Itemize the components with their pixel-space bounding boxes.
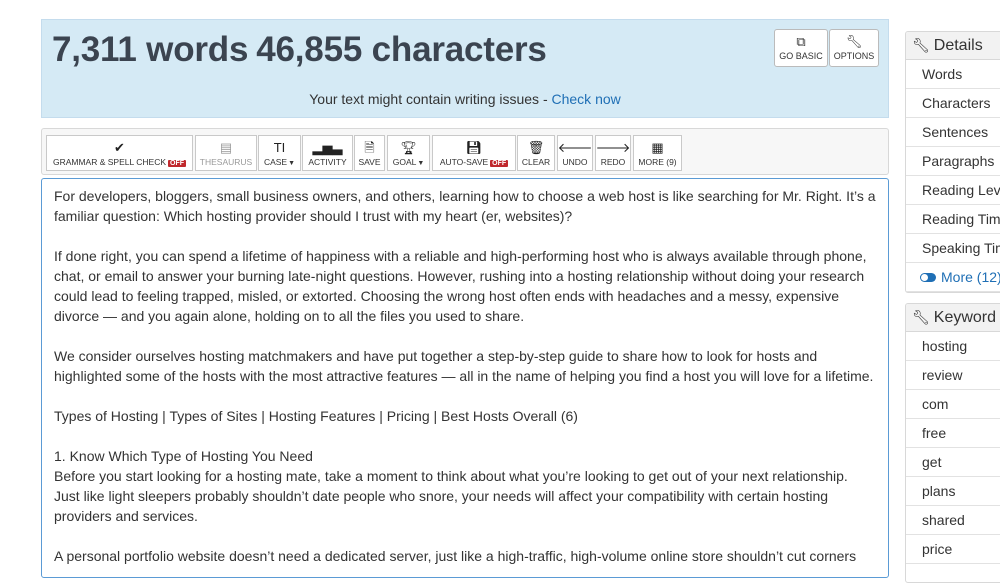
editor-paragraph: We consider ourselves hosting matchmaker… [54,348,874,384]
go-basic-button[interactable]: ⧉ GO BASIC [774,29,828,67]
details-row-paragraphs: Paragraphs [906,147,1000,176]
details-more-toggle[interactable]: More (12) [906,263,1000,292]
details-row-reading-level: Reading Level [906,176,1000,205]
wrench-icon: 🔧︎ [912,37,930,53]
keyword-row: free [906,419,1000,448]
goal-label: GOAL [392,156,417,167]
undo-label: UNDO [562,156,588,167]
editor-paragraph: A personal portfolio website doesn’t nee… [54,548,857,564]
details-row-sentences: Sentences [906,118,1000,147]
go-basic-label: GO BASIC [779,51,823,61]
checkmark-icon: ✔ [114,139,125,155]
save-file-icon: 🗎︎ [364,139,375,155]
details-panel: 🔧︎ Details Words Characters Sentences Pa… [905,31,1000,293]
undo-button[interactable]: 🡐 UNDO [557,135,593,171]
wrench-icon: 🔧︎ [912,309,930,325]
grammar-label: GRAMMAR & SPELL CHECK [52,156,167,167]
editor-toolbar: ✔ GRAMMAR & SPELL CHECK OFF ▤ THESAURUS T… [41,128,889,175]
save-button[interactable]: 🗎︎ SAVE [354,135,385,171]
keyword-row: com [906,390,1000,419]
keyword-row: get [906,448,1000,477]
arrow-right-icon: 🡒 [595,139,631,155]
grammar-spell-check-button[interactable]: ✔ GRAMMAR & SPELL CHECK OFF [46,135,193,171]
redo-button[interactable]: 🡒 REDO [595,135,631,171]
grid-icon: ▦ [651,139,664,155]
floppy-disk-icon: 💾︎ [465,139,483,155]
keyword-row: plans [906,477,1000,506]
word-count: 7,311 words [52,30,249,69]
goal-button[interactable]: 🏆︎ GOAL▼ [387,135,430,171]
stats-header: 7,311 words 46,855 characters ⧉ GO BASIC … [41,19,889,118]
keyword-row: review [906,361,1000,390]
save-label: SAVE [358,156,381,167]
details-title: Details [933,36,983,54]
details-row-characters: Characters [906,89,1000,118]
clear-button[interactable]: 🗑︎ CLEAR [517,135,555,171]
editor-paragraph: Before you start looking for a hosting m… [54,468,848,524]
redo-label: REDO [600,156,626,167]
case-button[interactable]: TI CASE▼ [258,135,301,171]
wrench-icon: 🔧︎ [845,34,863,49]
book-icon: ▤ [219,139,233,155]
details-row-speaking-time: Speaking Time [906,234,1000,263]
keyword-row: shared [906,506,1000,535]
more-tools-label: MORE (9) [638,156,677,167]
text-editor[interactable]: For developers, bloggers, small business… [41,178,889,578]
details-row-words: Words [906,60,1000,89]
check-now-link[interactable]: Check now [552,91,621,107]
toggle-icon [920,272,936,282]
options-label: OPTIONS [833,51,875,61]
caret-down-icon: ▼ [417,159,425,167]
keyword-density-header[interactable]: 🔧︎ Keyword Density [906,304,1000,332]
grammar-off-badge: OFF [168,159,187,167]
editor-heading: 1. Know Which Type of Hosting You Need [54,448,313,464]
editor-paragraph: If done right, you can spend a lifetime … [54,248,867,324]
arrow-left-icon: 🡐 [557,139,593,155]
text-case-icon: TI [273,139,286,155]
clear-label: CLEAR [521,156,551,167]
auto-save-off-badge: OFF [490,159,509,167]
external-link-icon: ⧉ [796,34,806,49]
character-count: 46,855 characters [256,30,547,69]
keyword-density-panel: 🔧︎ Keyword Density hosting review com fr… [905,303,1000,583]
more-tools-button[interactable]: ▦ MORE (9) [633,135,682,171]
keyword-row: hosting [906,332,1000,361]
details-header[interactable]: 🔧︎ Details [906,32,1000,60]
details-row-reading-time: Reading Time [906,205,1000,234]
writing-issues-notice: Your text might contain writing issues -… [42,91,888,107]
auto-save-button[interactable]: 💾︎ AUTO-SAVE OFF [432,135,516,171]
issues-text: Your text might contain writing issues - [309,91,552,107]
details-more-label: More (12) [941,269,1000,285]
activity-button[interactable]: ▂▅▃ ACTIVITY [302,135,353,171]
thesaurus-button[interactable]: ▤ THESAURUS [195,135,257,171]
caret-down-icon: ▼ [288,159,296,167]
trash-icon: 🗑︎ [527,139,545,155]
thesaurus-label: THESAURUS [199,156,253,167]
bar-chart-icon: ▂▅▃ [312,139,343,155]
options-button[interactable]: 🔧︎ OPTIONS [829,29,879,67]
auto-save-label: AUTO-SAVE [439,156,489,167]
trophy-icon: 🏆︎ [400,139,417,155]
case-label: CASE [263,156,288,167]
keyword-density-title: Keyword Density [933,308,1000,326]
editor-paragraph: Types of Hosting | Types of Sites | Host… [54,408,578,424]
word-character-count: 7,311 words 46,855 characters [52,30,555,70]
activity-label: ACTIVITY [308,156,347,167]
editor-paragraph: For developers, bloggers, small business… [54,188,876,224]
